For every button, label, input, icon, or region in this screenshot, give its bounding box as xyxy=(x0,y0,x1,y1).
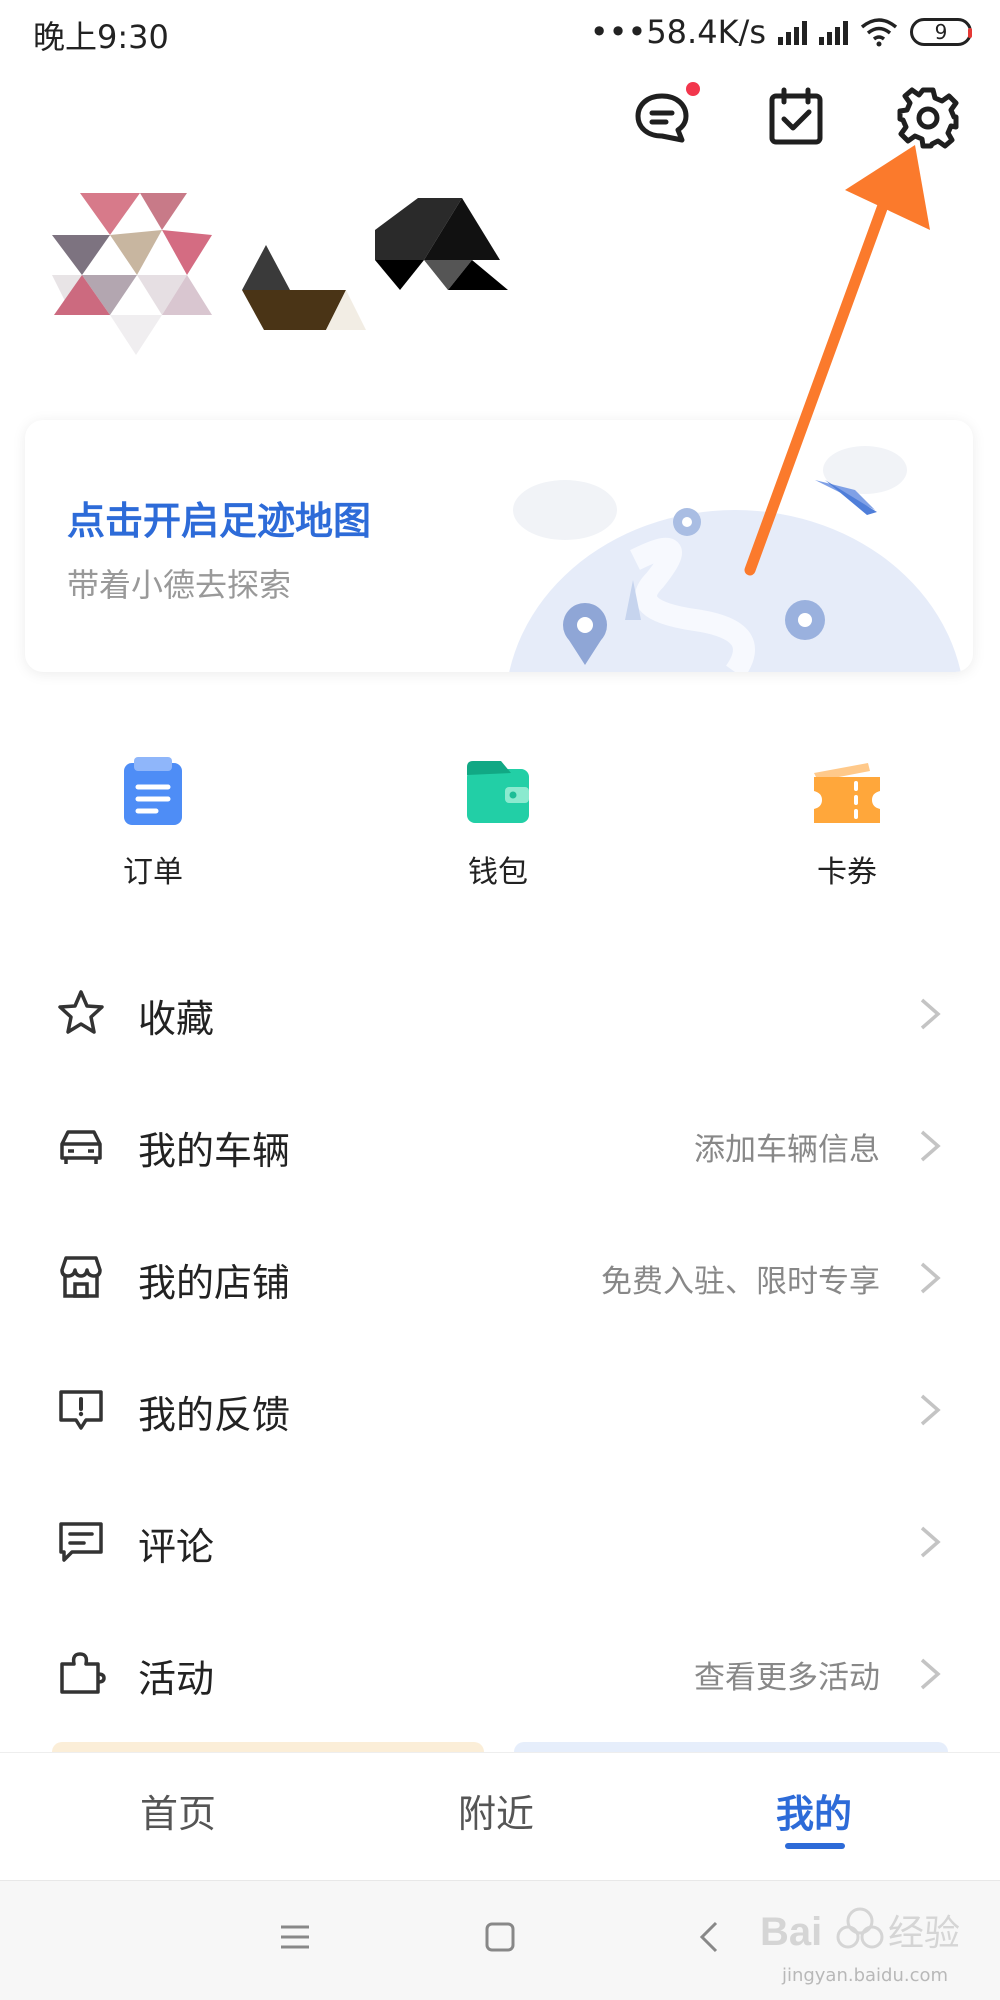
chevron-right-icon xyxy=(920,1658,941,1690)
network-speed: •••58.4K/s xyxy=(589,13,766,51)
menu-item-hint: 免费入驻、限时专享 xyxy=(601,1264,880,1300)
comment-icon xyxy=(59,1522,103,1562)
message-button[interactable] xyxy=(630,82,700,150)
svg-text:经验: 经验 xyxy=(888,1913,960,1954)
wifi-icon xyxy=(860,18,898,47)
battery-level: 9 xyxy=(934,20,948,44)
coupons-label: 卡券 xyxy=(817,855,877,890)
wallet-label: 钱包 xyxy=(468,855,528,890)
menu-item-hint: 查看更多活动 xyxy=(694,1660,880,1696)
menu-item-label: 我的店铺 xyxy=(138,1261,291,1305)
tab-home[interactable]: 首页 xyxy=(140,1783,216,1838)
message-icon xyxy=(635,93,689,143)
menu-item-label: 我的车辆 xyxy=(138,1129,291,1173)
annotation-arrow xyxy=(744,145,930,576)
menu-item-label: 我的反馈 xyxy=(138,1393,291,1437)
store-icon xyxy=(60,1256,102,1298)
signal-icon xyxy=(778,19,807,45)
chevron-right-icon xyxy=(920,1394,941,1426)
status-time: 晚上9:30 xyxy=(33,18,169,56)
menu-item-store[interactable]: 我的店铺 免费入驻、限时专享 xyxy=(0,1208,1000,1340)
star-icon xyxy=(58,990,104,1034)
watermark-url: jingyan.baidu.com xyxy=(781,1965,949,1986)
menu-item-label: 收藏 xyxy=(138,997,215,1041)
chevron-right-icon xyxy=(920,1262,941,1294)
coupons-entry[interactable]: 卡券 xyxy=(767,755,927,891)
baidu-jingyan-watermark: Bai 经验 jingyan.baidu.com xyxy=(760,1895,970,1990)
menu-item-favorites[interactable]: 收藏 xyxy=(0,944,1000,1076)
status-bar: 晚上9:30 •••58.4K/s 9 xyxy=(0,0,1000,62)
footprint-subtitle: 带着小德去探索 xyxy=(67,566,292,604)
coupon-icon xyxy=(814,763,880,823)
username-mosaic xyxy=(242,198,508,330)
menu-item-label: 评论 xyxy=(138,1525,215,1569)
footprint-title: 点击开启足迹地图 xyxy=(67,499,372,543)
order-icon xyxy=(124,757,182,825)
wallet-entry[interactable]: 钱包 xyxy=(418,755,578,891)
quick-entries: 订单 钱包 卡券 xyxy=(0,755,1000,905)
menu-item-activities[interactable]: 活动 查看更多活动 xyxy=(0,1604,1000,1736)
car-icon xyxy=(60,1130,102,1164)
menu-item-hint: 添加车辆信息 xyxy=(694,1132,880,1168)
signal-icon-2 xyxy=(819,19,848,45)
tab-mine[interactable]: 我的 xyxy=(776,1783,852,1838)
menu-item-feedback[interactable]: 我的反馈 xyxy=(0,1340,1000,1472)
menu-list: 收藏 我的车辆 添加车辆信息 我的店铺 免费入驻、限时专享 我的反馈 评论 活动… xyxy=(0,944,1000,1736)
tab-nearby[interactable]: 附近 xyxy=(458,1783,534,1838)
back-arrow-icon[interactable] xyxy=(690,1917,730,1957)
chevron-right-icon xyxy=(920,1130,941,1162)
home-square-icon[interactable] xyxy=(480,1917,520,1957)
battery-icon: 9 xyxy=(910,18,972,46)
notification-dot xyxy=(686,82,700,96)
wallet-icon xyxy=(467,761,529,823)
baidu-logo-icon: Bai 经验 xyxy=(760,1907,960,1954)
bottom-tab-bar: 首页 附近 我的 xyxy=(0,1752,1000,1878)
menu-icon[interactable] xyxy=(275,1917,315,1957)
orders-label: 订单 xyxy=(123,855,183,890)
chevron-right-icon xyxy=(920,1526,941,1558)
orders-entry[interactable]: 订单 xyxy=(73,755,233,891)
feedback-icon xyxy=(59,1390,103,1430)
active-tab-indicator xyxy=(785,1843,845,1849)
status-indicators: •••58.4K/s 9 xyxy=(590,10,972,54)
menu-item-label: 活动 xyxy=(138,1657,215,1701)
avatar[interactable] xyxy=(32,175,242,375)
chevron-right-icon xyxy=(920,998,941,1030)
svg-text:Bai: Bai xyxy=(760,1910,822,1954)
menu-item-vehicles[interactable]: 我的车辆 添加车辆信息 xyxy=(0,1076,1000,1208)
puzzle-icon xyxy=(60,1652,106,1694)
menu-item-comments[interactable]: 评论 xyxy=(0,1472,1000,1604)
